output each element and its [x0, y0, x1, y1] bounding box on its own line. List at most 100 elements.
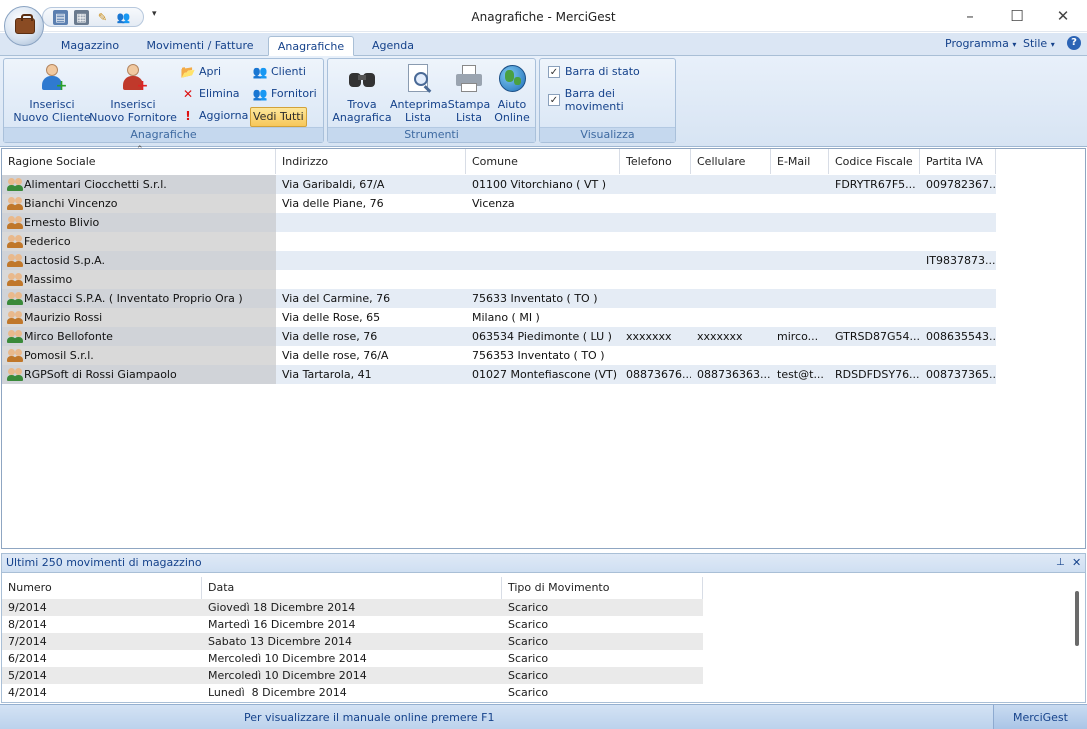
cell-ragione-sociale: Mastacci S.P.A. ( Inventato Proprio Ora … — [2, 289, 276, 308]
cell-comune — [466, 232, 620, 251]
panel-close-icon[interactable]: ✕ — [1072, 554, 1081, 572]
table-row[interactable]: Lactosid S.p.A. IT9837873... — [2, 251, 996, 270]
list-item[interactable]: 4/2014 Lunedì 8 Dicembre 2014 Scarico — [2, 684, 703, 701]
table-row[interactable]: RGPSoft di Rossi Giampaolo Via Tartarola,… — [2, 365, 996, 384]
list-item[interactable]: 6/2014 Mercoledì 10 Dicembre 2014 Scarico — [2, 650, 703, 667]
column-header-data[interactable]: Data — [202, 577, 502, 599]
cell-ragione-sociale: Bianchi Vincenzo — [2, 194, 276, 213]
table-row[interactable]: Mastacci S.P.A. ( Inventato Proprio Ora … — [2, 289, 996, 308]
list-item[interactable]: 8/2014 Martedì 16 Dicembre 2014 Scarico — [2, 616, 703, 633]
pin-icon[interactable]: ⊥ — [1056, 554, 1065, 572]
list-item[interactable]: 7/2014 Sabato 13 Dicembre 2014 Scarico — [2, 633, 703, 650]
cell-cellulare — [691, 270, 771, 289]
programma-menu[interactable]: Programma ▾ — [945, 37, 1016, 50]
cell-partita-iva — [920, 270, 996, 289]
barra-movimenti-checkbox[interactable]: ✓ Barra dei movimenti — [548, 87, 675, 113]
window-title: Anagrafiche - MerciGest — [471, 10, 616, 24]
checkbox-checked-icon: ✓ — [548, 65, 560, 78]
column-header-email[interactable]: E-Mail — [771, 149, 829, 174]
vedi-tutti-button[interactable]: Vedi Tutti — [250, 107, 307, 127]
column-header-codice-fiscale[interactable]: Codice Fiscale — [829, 149, 920, 174]
delete-icon: ✕ — [182, 87, 194, 101]
cell-ragione-sociale-text: Mirco Bellofonte — [24, 330, 113, 343]
cell-comune — [466, 251, 620, 270]
table-row[interactable]: Massimo — [2, 270, 996, 289]
column-header-indirizzo[interactable]: Indirizzo — [276, 149, 466, 174]
cell-tipo-movimento: Scarico — [508, 618, 549, 631]
vertical-scrollbar[interactable] — [1075, 591, 1079, 646]
list-item[interactable]: 5/2014 Mercoledì 10 Dicembre 2014 Scarico — [2, 667, 703, 684]
elimina-button[interactable]: ✕ Elimina — [178, 85, 242, 103]
column-header-partita-iva[interactable]: Partita IVA — [920, 149, 996, 174]
clienti-button[interactable]: 👥 Clienti — [250, 63, 308, 81]
column-header-numero[interactable]: Numero — [2, 577, 202, 599]
cell-indirizzo: Via delle rose, 76 — [276, 327, 466, 346]
barra-stato-label: Barra di stato — [565, 65, 640, 78]
cell-comune-text: 01100 Vitorchiano ( VT ) — [472, 178, 606, 191]
close-button[interactable]: ✕ — [1053, 6, 1073, 26]
cell-tipo-movimento: Scarico — [508, 686, 549, 699]
cell-numero: 5/2014 — [8, 669, 47, 682]
cell-ragione-sociale-text: Lactosid S.p.A. — [24, 254, 106, 267]
aiuto-online-button[interactable]: Aiuto Online — [490, 63, 534, 124]
cell-indirizzo: Via delle rose, 76/A — [276, 346, 466, 365]
help-icon[interactable]: ? — [1067, 36, 1081, 50]
table-row[interactable]: Pomosil S.r.l. Via delle rose, 76/A 756353… — [2, 346, 996, 365]
table-row[interactable]: Alimentari Ciocchetti S.r.l. Via Garibald… — [2, 175, 996, 194]
minimize-button[interactable]: – — [960, 6, 980, 26]
printer-icon — [453, 63, 485, 95]
tab-anagrafiche[interactable]: Anagrafiche — [268, 36, 354, 56]
cell-ragione-sociale-text: Mastacci S.P.A. ( Inventato Proprio Ora … — [24, 292, 243, 305]
cell-cellulare — [691, 346, 771, 365]
maximize-button[interactable]: ☐ — [1007, 6, 1027, 26]
tab-magazzino[interactable]: Magazzino — [52, 36, 128, 56]
cell-codice-fiscale — [829, 308, 920, 327]
cell-telefono-text: 08873676... — [626, 368, 691, 381]
cell-ragione-sociale: Massimo — [2, 270, 276, 289]
inserisci-fornitore-button[interactable]: + Inserisci Nuovo Fornitore — [88, 63, 178, 124]
tab-movimenti-fatture[interactable]: Movimenti / Fatture — [140, 36, 260, 56]
status-app-name: MerciGest — [993, 705, 1087, 729]
cell-email — [771, 175, 829, 194]
table-row[interactable]: Federico — [2, 232, 996, 251]
table-row[interactable]: Bianchi Vincenzo Via delle Piane, 76 Vicen… — [2, 194, 996, 213]
cell-ragione-sociale-text: Federico — [24, 235, 71, 248]
column-header-cellulare[interactable]: Cellulare — [691, 149, 771, 174]
cell-codice-fiscale — [829, 251, 920, 270]
anteprima-lista-button[interactable]: Anteprima Lista — [390, 63, 448, 124]
fornitori-button[interactable]: 👥 Fornitori — [250, 85, 319, 103]
status-bar: Per visualizzare il manuale online preme… — [0, 704, 1087, 729]
cell-data: Mercoledì 10 Dicembre 2014 — [208, 669, 367, 682]
cell-indirizzo: Via Tartarola, 41 — [276, 365, 466, 384]
cell-ragione-sociale: Alimentari Ciocchetti S.r.l. — [2, 175, 276, 194]
barra-stato-checkbox[interactable]: ✓ Barra di stato — [548, 65, 640, 78]
cell-codice-fiscale — [829, 194, 920, 213]
cell-partita-iva — [920, 213, 996, 232]
table-row[interactable]: Maurizio Rossi Via delle Rose, 65 Milano (… — [2, 308, 996, 327]
cell-indirizzo — [276, 232, 466, 251]
trova-anagrafica-button[interactable]: Trova Anagrafica — [330, 63, 394, 124]
cell-cellulare — [691, 232, 771, 251]
column-header-comune[interactable]: Comune — [466, 149, 620, 174]
table-row[interactable]: Ernesto Blivio — [2, 213, 996, 232]
application-menu-button[interactable] — [4, 6, 44, 46]
sort-ascending-icon: ⌃ — [136, 145, 144, 155]
table-row[interactable]: Mirco Bellofonte Via delle rose, 76 063534… — [2, 327, 996, 346]
stampa-lista-button[interactable]: Stampa Lista — [444, 63, 494, 124]
inserisci-cliente-button[interactable]: + Inserisci Nuovo Cliente — [10, 63, 94, 124]
cell-comune-text: Milano ( MI ) — [472, 311, 540, 324]
list-item[interactable]: 9/2014 Giovedì 18 Dicembre 2014 Scarico — [2, 599, 703, 616]
column-header-telefono[interactable]: Telefono — [620, 149, 691, 174]
aggiorna-label: Aggiorna — [199, 109, 249, 122]
briefcase-icon — [15, 14, 35, 34]
tab-agenda[interactable]: Agenda — [362, 36, 424, 56]
stile-menu[interactable]: Stile ▾ — [1023, 37, 1055, 50]
cell-comune-text: Vicenza — [472, 197, 515, 210]
apri-button[interactable]: 📂 Apri — [178, 63, 223, 81]
cell-ragione-sociale: Maurizio Rossi — [2, 308, 276, 327]
aggiorna-button[interactable]: ! Aggiorna — [178, 107, 250, 125]
status-message: Per visualizzare il manuale online preme… — [244, 711, 495, 724]
cell-cellulare: 088736363... — [691, 365, 771, 384]
column-header-tipo-movimento[interactable]: Tipo di Movimento — [502, 577, 703, 599]
anagrafiche-grid[interactable]: Ragione Sociale ⌃ Indirizzo Comune Telef… — [1, 145, 1086, 549]
